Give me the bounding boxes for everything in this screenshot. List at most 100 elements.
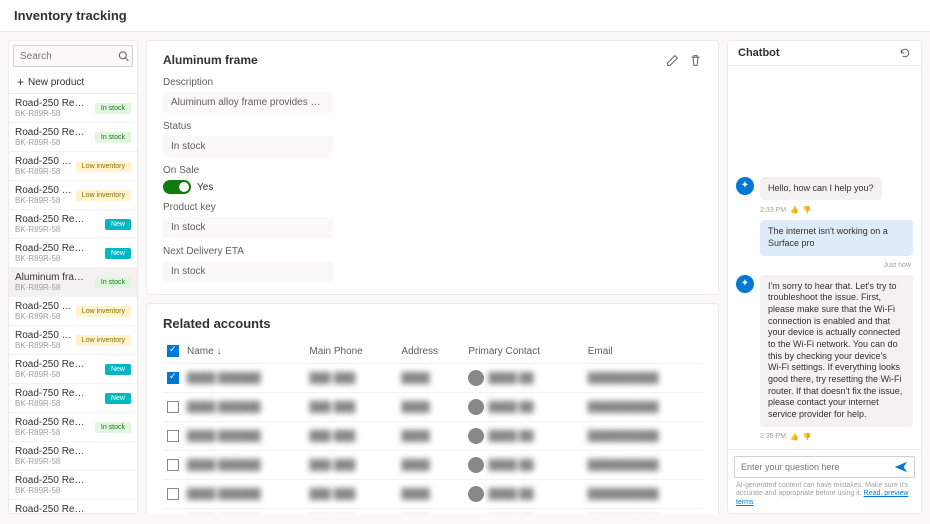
row-checkbox[interactable] (167, 459, 179, 471)
status-badge: New (105, 248, 131, 259)
product-item[interactable]: Road-250 Red, 58BK-R89R-58 New (9, 355, 137, 384)
cell-address: ████ (401, 460, 429, 471)
select-all-checkbox[interactable] (167, 345, 179, 357)
related-title: Related accounts (163, 316, 702, 331)
product-item[interactable]: Road-250 Red, 58BK-R89R-58In stock (9, 94, 137, 123)
product-item[interactable]: Road-250 Red, 58BK-R89R-58Low inventory (9, 297, 137, 326)
delete-icon[interactable] (689, 54, 702, 67)
row-checkbox[interactable] (167, 401, 179, 413)
product-sku: BK-R89R-58 (15, 370, 87, 379)
eta-value: In stock (163, 261, 333, 282)
cell-contact: ████ ██ (488, 489, 533, 500)
status-badge: Low inventory (76, 161, 131, 172)
table-row[interactable]: ████ ██████ ███-███ ████ ████ ██ ███████… (163, 451, 702, 480)
bot-avatar-icon: ✦ (736, 177, 754, 195)
avatar (468, 428, 484, 444)
cell-name: ████ ██████ (187, 460, 261, 471)
cell-address: ████ (401, 489, 429, 500)
product-item[interactable]: Road-250 Red, 58BK-R89R-58Low inventory (9, 152, 137, 181)
product-sku: BK-R89R-58 (15, 225, 87, 234)
thumbs-up-icon[interactable]: 👍 (790, 206, 799, 214)
page-title: Inventory tracking (14, 8, 127, 23)
onsale-toggle[interactable] (163, 180, 191, 194)
send-icon[interactable] (888, 457, 914, 477)
search-wrap (9, 41, 137, 71)
col-email[interactable]: Email (584, 339, 702, 364)
table-row[interactable]: ████ ██████ ███-███ ████ ████ ██ ███████… (163, 509, 702, 515)
status-badge: New (105, 393, 131, 404)
bot-reply: I'm sorry to hear that. Let's try to tro… (760, 275, 913, 427)
col-contact[interactable]: Primary Contact (464, 339, 583, 364)
product-item[interactable]: Road-250 Red, 58BK-R89R-58New (9, 239, 137, 268)
status-value: In stock (163, 136, 333, 157)
product-sku: BK-R89R-58 (15, 109, 87, 118)
cell-name: ████ ██████ (187, 402, 261, 413)
table-row[interactable]: ████ ██████ ███-███ ████ ████ ██ ███████… (163, 480, 702, 509)
bot-greeting: Hello, how can I help you? (760, 177, 882, 201)
status-label: Status (163, 121, 702, 132)
refresh-icon[interactable] (899, 47, 911, 59)
product-name: Road-250 Red, 58 (15, 446, 87, 457)
cell-phone: ███-███ (309, 373, 355, 384)
plus-icon: + (17, 75, 24, 89)
table-row[interactable]: ████ ██████ ███-███ ████ ████ ██ ███████… (163, 422, 702, 451)
product-sku: BK-R89R-58 (15, 399, 87, 408)
col-address[interactable]: Address (397, 339, 464, 364)
search-input[interactable] (13, 45, 133, 67)
cell-email: ██████████ (588, 373, 659, 384)
col-phone[interactable]: Main Phone (305, 339, 397, 364)
status-badge: New (105, 364, 131, 375)
product-name: Road-250 Red, 58 (15, 417, 87, 428)
table-row[interactable]: ████ ██████ ███-███ ████ ████ ██ ███████… (163, 364, 702, 393)
product-name: Road-750 Red, 58 (15, 388, 87, 399)
status-badge: In stock (95, 422, 131, 433)
product-item[interactable]: Road-250 Red, 58BK-R89R-58In stock (9, 413, 137, 442)
row-checkbox[interactable] (167, 372, 179, 384)
sidebar: + New product Road-250 Red, 58BK-R89R-58… (8, 40, 138, 514)
cell-contact: ████ ██ (488, 402, 533, 413)
cell-name: ████ ██████ (187, 489, 261, 500)
product-item[interactable]: Road-250 Red, 58BK-R89R-58Low inventory (9, 181, 137, 210)
product-item[interactable]: Road-250 Red, 58BK-R89R-58 (9, 500, 137, 513)
product-item[interactable]: Road-250 Red, 58BK-R89R-58In stock (9, 123, 137, 152)
avatar (468, 486, 484, 502)
cell-contact: ████ ██ (488, 373, 533, 384)
new-product-button[interactable]: + New product (9, 71, 137, 94)
product-item[interactable]: Road-250 Red, 58BK-R89R-58 (9, 442, 137, 471)
product-name: Road-250 Red, 58 (15, 156, 76, 167)
product-name: Road-250 Red, 58 (15, 98, 87, 109)
product-sku: BK-R89R-58 (15, 312, 76, 321)
edit-icon[interactable] (666, 54, 679, 67)
table-row[interactable]: ████ ██████ ███-███ ████ ████ ██ ███████… (163, 393, 702, 422)
product-item[interactable]: Road-250 Red, 58BK-R89R-58New (9, 210, 137, 239)
thumbs-down-icon[interactable]: 👎 (803, 433, 812, 441)
row-checkbox[interactable] (167, 488, 179, 500)
avatar (468, 457, 484, 473)
product-item[interactable]: Road-750 Red, 58BK-R89R-58 New (9, 384, 137, 413)
product-item[interactable]: Road-250 Red, 58BK-R89R-58 (9, 471, 137, 500)
reply-timestamp: 2:35 PM 👍 👎 (760, 433, 913, 441)
status-badge: Low inventory (76, 306, 131, 317)
cell-email: ██████████ (588, 402, 659, 413)
status-badge: In stock (95, 132, 131, 143)
cell-address: ████ (401, 431, 429, 442)
thumbs-down-icon[interactable]: 👎 (803, 206, 812, 214)
product-list[interactable]: Road-250 Red, 58BK-R89R-58In stockRoad-2… (9, 94, 137, 513)
search-icon[interactable] (118, 51, 129, 62)
related-table: Name ↓ Main Phone Address Primary Contac… (163, 339, 702, 514)
detail-title: Aluminum frame (163, 53, 258, 67)
status-badge: New (105, 219, 131, 230)
cell-phone: ███-███ (309, 460, 355, 471)
product-sku: BK-R89R-58 (15, 254, 87, 263)
col-name[interactable]: Name ↓ (183, 339, 305, 364)
cell-email: ██████████ (588, 431, 659, 442)
product-item[interactable]: Aluminum frameBK-R89R-58In stock (9, 268, 137, 297)
thumbs-up-icon[interactable]: 👍 (790, 433, 799, 441)
product-sku: BK-R89R-58 (15, 283, 87, 292)
product-name: Road-250 Red, 58 (15, 359, 87, 370)
chat-input[interactable] (735, 457, 888, 477)
row-checkbox[interactable] (167, 430, 179, 442)
product-item[interactable]: Road-250 Red, 58BK-R89R-58Low inventory (9, 326, 137, 355)
status-badge: Low inventory (76, 335, 131, 346)
product-name: Aluminum frame (15, 272, 87, 283)
